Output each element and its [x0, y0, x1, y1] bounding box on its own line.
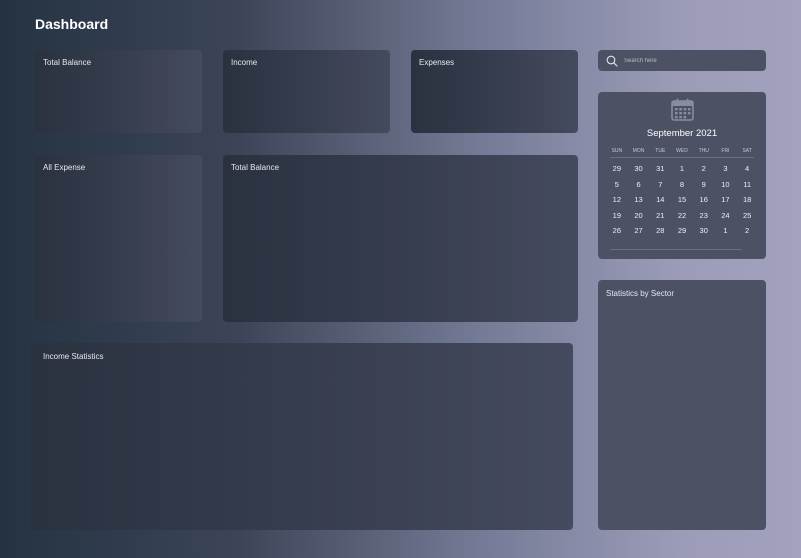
calendar-day[interactable]: 20 [628, 208, 650, 224]
calendar-day[interactable]: 9 [693, 177, 715, 193]
calendar-day[interactable]: 31 [649, 161, 671, 177]
statistics-by-sector-label: Statistics by Sector [606, 289, 675, 298]
calendar-day[interactable]: 4 [736, 161, 758, 177]
calendar-month-label: September 2021 [646, 128, 718, 139]
calendar-day[interactable]: 17 [715, 192, 737, 208]
calendar-day[interactable]: 26 [606, 223, 628, 239]
weekday-label: MON [632, 148, 645, 154]
income-statistics-label: Income Statistics [43, 352, 104, 361]
total-balance-card[interactable]: Total Balance [35, 50, 202, 133]
calendar-day[interactable]: 22 [671, 208, 693, 224]
search-input[interactable] [624, 57, 754, 64]
expenses-card-label: Expenses [419, 58, 455, 67]
calendar-day[interactable]: 29 [671, 223, 693, 239]
calendar-day[interactable]: 12 [606, 192, 628, 208]
calendar-day[interactable]: 24 [715, 208, 737, 224]
calendar-week-row: 29 30 31 1 2 3 4 [606, 161, 758, 177]
calendar-week-row: 26 27 28 29 30 1 2 [606, 223, 758, 239]
calendar-icon [671, 98, 694, 121]
weekday-label: TUE [655, 148, 666, 154]
calendar-grid: SUN MON TUE WED THU FRI SAT 29 30 31 1 2 3 4 5 6… [606, 145, 758, 239]
income-card-label: Income [231, 58, 258, 67]
weekday-label: WED [676, 148, 688, 154]
calendar-day[interactable]: 14 [649, 192, 671, 208]
calendar-day[interactable]: 1 [671, 161, 693, 177]
total-balance-chart-card[interactable]: Total Balance [223, 155, 578, 322]
calendar-day[interactable]: 2 [736, 223, 758, 239]
calendar-day[interactable]: 16 [693, 192, 715, 208]
weekday-label: SUN [611, 148, 623, 154]
calendar-day[interactable]: 6 [628, 177, 650, 193]
calendar-weekday-row: SUN MON TUE WED THU FRI SAT [606, 145, 758, 157]
calendar-day[interactable]: 28 [649, 223, 671, 239]
calendar-divider [610, 157, 754, 158]
search-bar[interactable] [598, 50, 766, 71]
weekday-label: SAT [742, 148, 752, 154]
calendar-week-row: 12 13 14 15 16 17 18 [606, 192, 758, 208]
calendar-day[interactable]: 7 [649, 177, 671, 193]
calendar-day[interactable]: 30 [693, 223, 715, 239]
page-title: Dashboard [35, 16, 109, 32]
all-expense-card-label: All Expense [43, 163, 86, 172]
calendar-day[interactable]: 29 [606, 161, 628, 177]
calendar-day[interactable]: 13 [628, 192, 650, 208]
calendar-week-row: 5 6 7 8 9 10 11 [606, 177, 758, 193]
search-icon[interactable] [606, 55, 618, 67]
total-balance-chart-label: Total Balance [231, 163, 280, 172]
calendar-day[interactable]: 18 [736, 192, 758, 208]
calendar-week-row: 19 20 21 22 23 24 25 [606, 208, 758, 224]
calendar-bottom-divider [610, 249, 742, 250]
income-statistics-card[interactable]: Income Statistics [30, 343, 573, 530]
calendar-day[interactable]: 23 [693, 208, 715, 224]
calendar-day[interactable]: 5 [606, 177, 628, 193]
calendar-day[interactable]: 1 [715, 223, 737, 239]
calendar-day[interactable]: 25 [736, 208, 758, 224]
calendar-day[interactable]: 2 [693, 161, 715, 177]
calendar-day[interactable]: 10 [715, 177, 737, 193]
calendar-weeks: 29 30 31 1 2 3 4 5 6 7 8 9 10 11 12 13 14 15 16 17 18 19 20 21 2… [606, 161, 758, 239]
all-expense-card[interactable]: All Expense [35, 155, 202, 322]
calendar-day[interactable]: 3 [715, 161, 737, 177]
calendar-day[interactable]: 27 [628, 223, 650, 239]
calendar-day[interactable]: 19 [606, 208, 628, 224]
statistics-by-sector-card[interactable]: Statistics by Sector [598, 280, 766, 530]
weekday-label: THU [698, 148, 709, 154]
income-card[interactable]: Income [223, 50, 390, 133]
calendar-day[interactable]: 21 [649, 208, 671, 224]
calendar-widget: September 2021 SUN MON TUE WED THU FRI S… [598, 92, 766, 259]
weekday-label: FRI [721, 148, 730, 154]
calendar-day[interactable]: 30 [628, 161, 650, 177]
expenses-card[interactable]: Expenses [411, 50, 578, 133]
calendar-day[interactable]: 8 [671, 177, 693, 193]
calendar-day[interactable]: 11 [736, 177, 758, 193]
calendar-day[interactable]: 15 [671, 192, 693, 208]
total-balance-card-label: Total Balance [43, 58, 92, 67]
